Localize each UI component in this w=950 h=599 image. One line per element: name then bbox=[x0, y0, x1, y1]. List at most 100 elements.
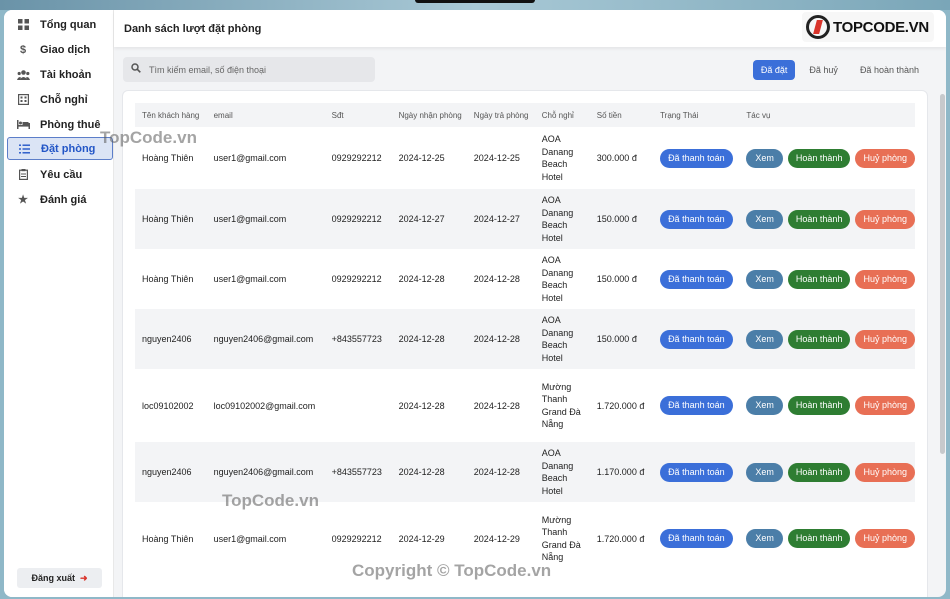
cancel-booking-button[interactable]: Huỷ phòng bbox=[855, 209, 915, 229]
cell-checkout: 2024-12-28 bbox=[473, 467, 520, 477]
complete-button[interactable]: Hoàn thành bbox=[787, 529, 851, 548]
sidebar-item-requests[interactable]: Yêu cầu bbox=[7, 163, 113, 186]
place-name: AOA Danang Beach Hotel bbox=[541, 134, 574, 182]
cell-checkin: 2024-12-27 bbox=[398, 214, 445, 224]
vertical-scrollbar[interactable] bbox=[940, 94, 945, 454]
status-badge: Đã thanh toán bbox=[660, 329, 733, 349]
cell-status: Đã thanh toán bbox=[653, 309, 739, 369]
cell-checkin: 2024-12-29 bbox=[398, 533, 445, 544]
cell-amount: 150.000 đ bbox=[596, 334, 637, 344]
logout-icon: ➜ bbox=[79, 572, 88, 583]
cell-place: Mường Thanh Grand Đà Nẵng bbox=[535, 502, 590, 575]
search-icon bbox=[131, 63, 141, 76]
complete-button[interactable]: Hoàn thành bbox=[787, 269, 851, 289]
cell-actions: Xem Hoàn thành Huỷ phòng bbox=[739, 127, 915, 189]
sidebar-item-label: Yêu cầu bbox=[40, 168, 83, 181]
place-name: Mường Thanh Grand Đà Nẵng bbox=[541, 514, 581, 563]
search-box[interactable] bbox=[123, 57, 375, 82]
complete-button[interactable]: Hoàn thành bbox=[787, 209, 851, 229]
cell-phone: 0929292212 bbox=[331, 274, 382, 284]
cell-status: Đã thanh toán bbox=[653, 189, 739, 249]
status-badge: Đã thanh toán bbox=[660, 148, 733, 168]
sidebar-item-transactions[interactable]: $ Giao dịch bbox=[7, 38, 113, 61]
place-name: AOA Danang Beach Hotel bbox=[541, 448, 574, 496]
cancel-booking-button[interactable]: Huỷ phòng bbox=[855, 269, 915, 289]
complete-button[interactable]: Hoàn thành bbox=[787, 329, 851, 349]
table-header-row: Tên khách hàng email Sđt Ngày nhận phòng… bbox=[135, 103, 915, 127]
sidebar-item-bookings[interactable]: Đặt phòng bbox=[7, 137, 113, 160]
cancel-booking-button[interactable]: Huỷ phòng bbox=[855, 396, 915, 415]
view-button[interactable]: Xem bbox=[746, 269, 783, 289]
cell-place: AOA Danang Beach Hotel bbox=[535, 127, 590, 189]
cancel-booking-button[interactable]: Huỷ phòng bbox=[855, 462, 915, 482]
cell-email: loc09102002@gmail.com bbox=[213, 400, 316, 411]
cell-status: Đã thanh toán bbox=[653, 127, 739, 189]
filter-completed[interactable]: Đã hoàn thành bbox=[852, 60, 927, 80]
cell-amount: 150.000 đ bbox=[596, 274, 637, 284]
cell-phone: +843557723 bbox=[331, 334, 382, 344]
col-phone: Sđt bbox=[331, 110, 344, 120]
status-badge: Đã thanh toán bbox=[660, 529, 733, 548]
sidebar-item-label: Chỗ nghỉ bbox=[40, 93, 88, 106]
cell-status: Đã thanh toán bbox=[653, 502, 739, 575]
place-name: AOA Danang Beach Hotel bbox=[541, 195, 574, 243]
cell-status: Đã thanh toán bbox=[653, 369, 739, 442]
row-actions: Xem Hoàn thành Huỷ phòng bbox=[746, 209, 915, 229]
complete-button[interactable]: Hoàn thành bbox=[787, 462, 851, 482]
building-icon bbox=[16, 93, 30, 107]
cell-checkin: 2024-12-28 bbox=[398, 400, 445, 411]
status-filters: Đã đặt Đã huỷ Đã hoàn thành bbox=[752, 60, 927, 80]
clipboard-icon bbox=[16, 168, 30, 182]
cell-place: AOA Danang Beach Hotel bbox=[535, 309, 590, 369]
cell-actions: Xem Hoàn thành Huỷ phòng bbox=[739, 249, 915, 309]
table-row: nguyen2406 nguyen2406@gmail.com +843557723… bbox=[135, 309, 915, 369]
cell-actions: Xem Hoàn thành Huỷ phòng bbox=[739, 442, 915, 502]
cell-place: Mường Thanh Grand Đà Nẵng bbox=[535, 369, 590, 442]
status-badge: Đã thanh toán bbox=[660, 269, 733, 289]
col-amount: Số tiền bbox=[596, 110, 622, 120]
sidebar-item-overview[interactable]: Tổng quan bbox=[7, 13, 113, 36]
sidebar-item-lodgings[interactable]: Chỗ nghỉ bbox=[7, 88, 113, 111]
logout-button[interactable]: Đăng xuất ➜ bbox=[17, 568, 102, 588]
col-place: Chỗ nghỉ bbox=[541, 110, 574, 120]
cell-customer-name: Hoàng Thiên bbox=[142, 214, 194, 224]
cancel-booking-button[interactable]: Huỷ phòng bbox=[855, 529, 915, 548]
sidebar: Tổng quan $ Giao dịch Tài khoản Chỗ nghỉ… bbox=[4, 10, 114, 597]
cell-customer-name: loc09102002 bbox=[142, 400, 194, 411]
grid-icon bbox=[16, 18, 30, 32]
sidebar-item-label: Đánh giá bbox=[40, 193, 87, 206]
cell-place: AOA Danang Beach Hotel bbox=[535, 189, 590, 249]
view-button[interactable]: Xem bbox=[746, 462, 783, 482]
cancel-booking-button[interactable]: Huỷ phòng bbox=[855, 329, 915, 349]
bookings-panel: Tên khách hàng email Sđt Ngày nhận phòng… bbox=[122, 90, 928, 597]
sidebar-item-accounts[interactable]: Tài khoản bbox=[7, 63, 113, 86]
filter-booked[interactable]: Đã đặt bbox=[752, 60, 796, 80]
view-button[interactable]: Xem bbox=[746, 529, 783, 548]
search-input[interactable] bbox=[149, 64, 359, 75]
col-checkout: Ngày trả phòng bbox=[473, 110, 529, 120]
table-row: Hoàng Thiên user1@gmail.com 0929292212 2024… bbox=[135, 249, 915, 309]
cell-status: Đã thanh toán bbox=[653, 442, 739, 502]
sidebar-item-rooms[interactable]: Phòng thuê bbox=[7, 113, 113, 136]
complete-button[interactable]: Hoàn thành bbox=[787, 148, 851, 168]
sidebar-item-reviews[interactable]: ★ Đánh giá bbox=[7, 188, 113, 211]
cell-amount: 150.000 đ bbox=[596, 214, 637, 224]
cell-phone: +843557723 bbox=[331, 467, 382, 477]
view-button[interactable]: Xem bbox=[746, 329, 783, 349]
view-button[interactable]: Xem bbox=[746, 148, 783, 168]
cell-actions: Xem Hoàn thành Huỷ phòng bbox=[739, 502, 915, 575]
table-row: Hoàng Thiên user1@gmail.com 0929292212 2024… bbox=[135, 127, 915, 189]
sidebar-item-label: Đặt phòng bbox=[41, 142, 96, 155]
view-button[interactable]: Xem bbox=[746, 396, 783, 415]
cell-email: nguyen2406@gmail.com bbox=[213, 467, 314, 477]
row-actions: Xem Hoàn thành Huỷ phòng bbox=[746, 269, 915, 289]
page-title: Danh sách lượt đặt phòng bbox=[124, 23, 262, 35]
cell-actions: Xem Hoàn thành Huỷ phòng bbox=[739, 369, 915, 442]
view-button[interactable]: Xem bbox=[746, 209, 783, 229]
cell-checkout: 2024-12-25 bbox=[473, 153, 520, 163]
cancel-booking-button[interactable]: Huỷ phòng bbox=[855, 148, 915, 168]
cell-amount: 1.170.000 đ bbox=[596, 467, 645, 477]
complete-button[interactable]: Hoàn thành bbox=[787, 396, 851, 415]
cell-phone bbox=[325, 369, 392, 442]
filter-cancelled[interactable]: Đã huỷ bbox=[801, 60, 846, 80]
